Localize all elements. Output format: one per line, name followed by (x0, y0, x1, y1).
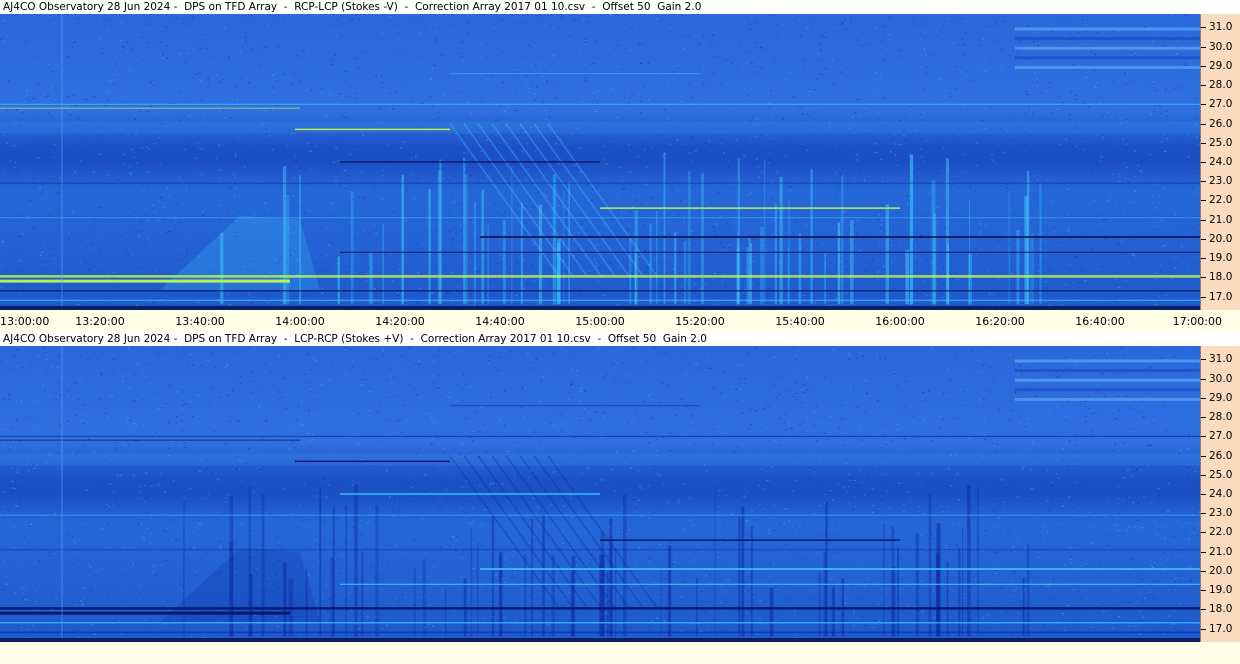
panel-1-spectrogram (0, 14, 1200, 310)
y-tick-label: 17.0 (1209, 290, 1233, 303)
y-tick (1201, 417, 1206, 419)
y-tick (1201, 397, 1206, 399)
y-tick (1201, 570, 1206, 572)
x-tick-label: 14:00:00 (275, 315, 325, 328)
y-tick-label: 18.0 (1209, 271, 1233, 284)
y-tick (1201, 142, 1206, 144)
y-tick-label: 30.0 (1209, 40, 1233, 53)
panel-2-title: AJ4CO Observatory 28 Jun 2024 - DPS on T… (0, 332, 1240, 346)
y-tick-label: 24.0 (1209, 488, 1233, 500)
panel-1-spectrogram-svg (0, 14, 1200, 310)
y-tick (1201, 628, 1206, 630)
y-tick (1201, 359, 1206, 361)
panel-2-frequency-axis: 31.0 30.0 29.0 28.0 27.0 26.0 25.0 24.0 23.0 22.0… (1200, 346, 1240, 642)
band-overlay (0, 121, 1200, 134)
y-tick (1201, 296, 1206, 298)
y-tick (1201, 551, 1206, 553)
x-tick-label: 14:20:00 (375, 315, 425, 328)
y-tick (1201, 46, 1206, 48)
y-tick-label: 26.0 (1209, 117, 1233, 130)
y-tick-label: 26.0 (1209, 449, 1233, 462)
y-tick (1201, 27, 1206, 29)
y-tick (1201, 455, 1206, 457)
panel-1-frequency-axis: 31.0 30.0 29.0 28.0 27.0 26.0 25.0 24.0 23.0 22.0… (1200, 14, 1240, 310)
y-tick-label: 24.0 (1209, 156, 1233, 168)
y-tick-label: 21.0 (1209, 545, 1233, 558)
y-tick (1201, 85, 1206, 87)
bottom-edge (0, 306, 1200, 310)
x-tick-label: 15:40:00 (775, 315, 825, 328)
y-tick-label: 20.0 (1209, 232, 1233, 245)
x-tick-label: 15:20:00 (675, 315, 725, 328)
x-tick-label: 17:00:00 (1172, 315, 1222, 328)
y-tick-label: 19.0 (1209, 252, 1233, 265)
y-tick (1201, 532, 1206, 534)
panel-1-time-axis: 13:00:00 13:20:00 13:40:00 14:00:00 14:20:00… (0, 312, 1240, 330)
y-tick (1201, 258, 1206, 260)
y-tick-label: 28.0 (1209, 411, 1233, 424)
y-tick-label: 30.0 (1209, 372, 1233, 385)
y-tick-label: 21.0 (1209, 213, 1233, 226)
y-tick (1201, 219, 1206, 221)
x-tick-label: 15:00:00 (575, 315, 625, 328)
y-tick-label: 25.0 (1209, 136, 1233, 149)
y-tick (1201, 238, 1206, 240)
y-tick (1201, 513, 1206, 515)
bottom-edge (0, 638, 1200, 642)
y-tick-label: 31.0 (1209, 21, 1233, 34)
y-tick-label: 31.0 (1209, 353, 1233, 366)
y-tick-label: 22.0 (1209, 526, 1233, 539)
panel-2-spectrogram (0, 346, 1200, 642)
x-tick-label: 13:40:00 (175, 315, 225, 328)
y-tick (1201, 200, 1206, 202)
panel-1-title: AJ4CO Observatory 28 Jun 2024 - DPS on T… (0, 0, 1240, 14)
x-tick-label: 13:20:00 (75, 315, 125, 328)
y-tick-label: 18.0 (1209, 603, 1233, 616)
y-tick (1201, 590, 1206, 592)
band-overlay (0, 453, 1200, 466)
x-tick-label: 16:40:00 (1075, 315, 1125, 328)
y-tick-label: 19.0 (1209, 584, 1233, 597)
y-tick (1201, 162, 1206, 163)
y-tick-label: 29.0 (1209, 391, 1233, 404)
y-tick (1201, 65, 1206, 67)
y-tick (1201, 378, 1206, 380)
x-tick-label: 13:00:00 (0, 315, 50, 328)
y-tick (1201, 123, 1206, 125)
y-tick-label: 20.0 (1209, 564, 1233, 577)
y-tick-label: 27.0 (1209, 430, 1233, 443)
y-tick-label: 28.0 (1209, 79, 1233, 92)
y-tick-label: 22.0 (1209, 194, 1233, 207)
y-tick (1201, 494, 1206, 495)
x-tick-label: 16:00:00 (875, 315, 925, 328)
y-tick-label: 29.0 (1209, 59, 1233, 72)
y-tick (1201, 436, 1206, 438)
y-tick-label: 17.0 (1209, 622, 1233, 635)
y-tick (1201, 277, 1206, 279)
y-tick-label: 23.0 (1209, 175, 1233, 188)
x-tick-label: 16:20:00 (975, 315, 1025, 328)
x-tick-label: 14:40:00 (475, 315, 525, 328)
y-tick-label: 23.0 (1209, 507, 1233, 520)
panel-2-spectrogram-svg (0, 346, 1200, 642)
y-tick (1201, 609, 1206, 611)
y-tick (1201, 181, 1206, 183)
y-tick (1201, 474, 1206, 476)
y-tick-label: 27.0 (1209, 98, 1233, 111)
y-tick (1201, 104, 1206, 106)
y-tick-label: 25.0 (1209, 468, 1233, 481)
